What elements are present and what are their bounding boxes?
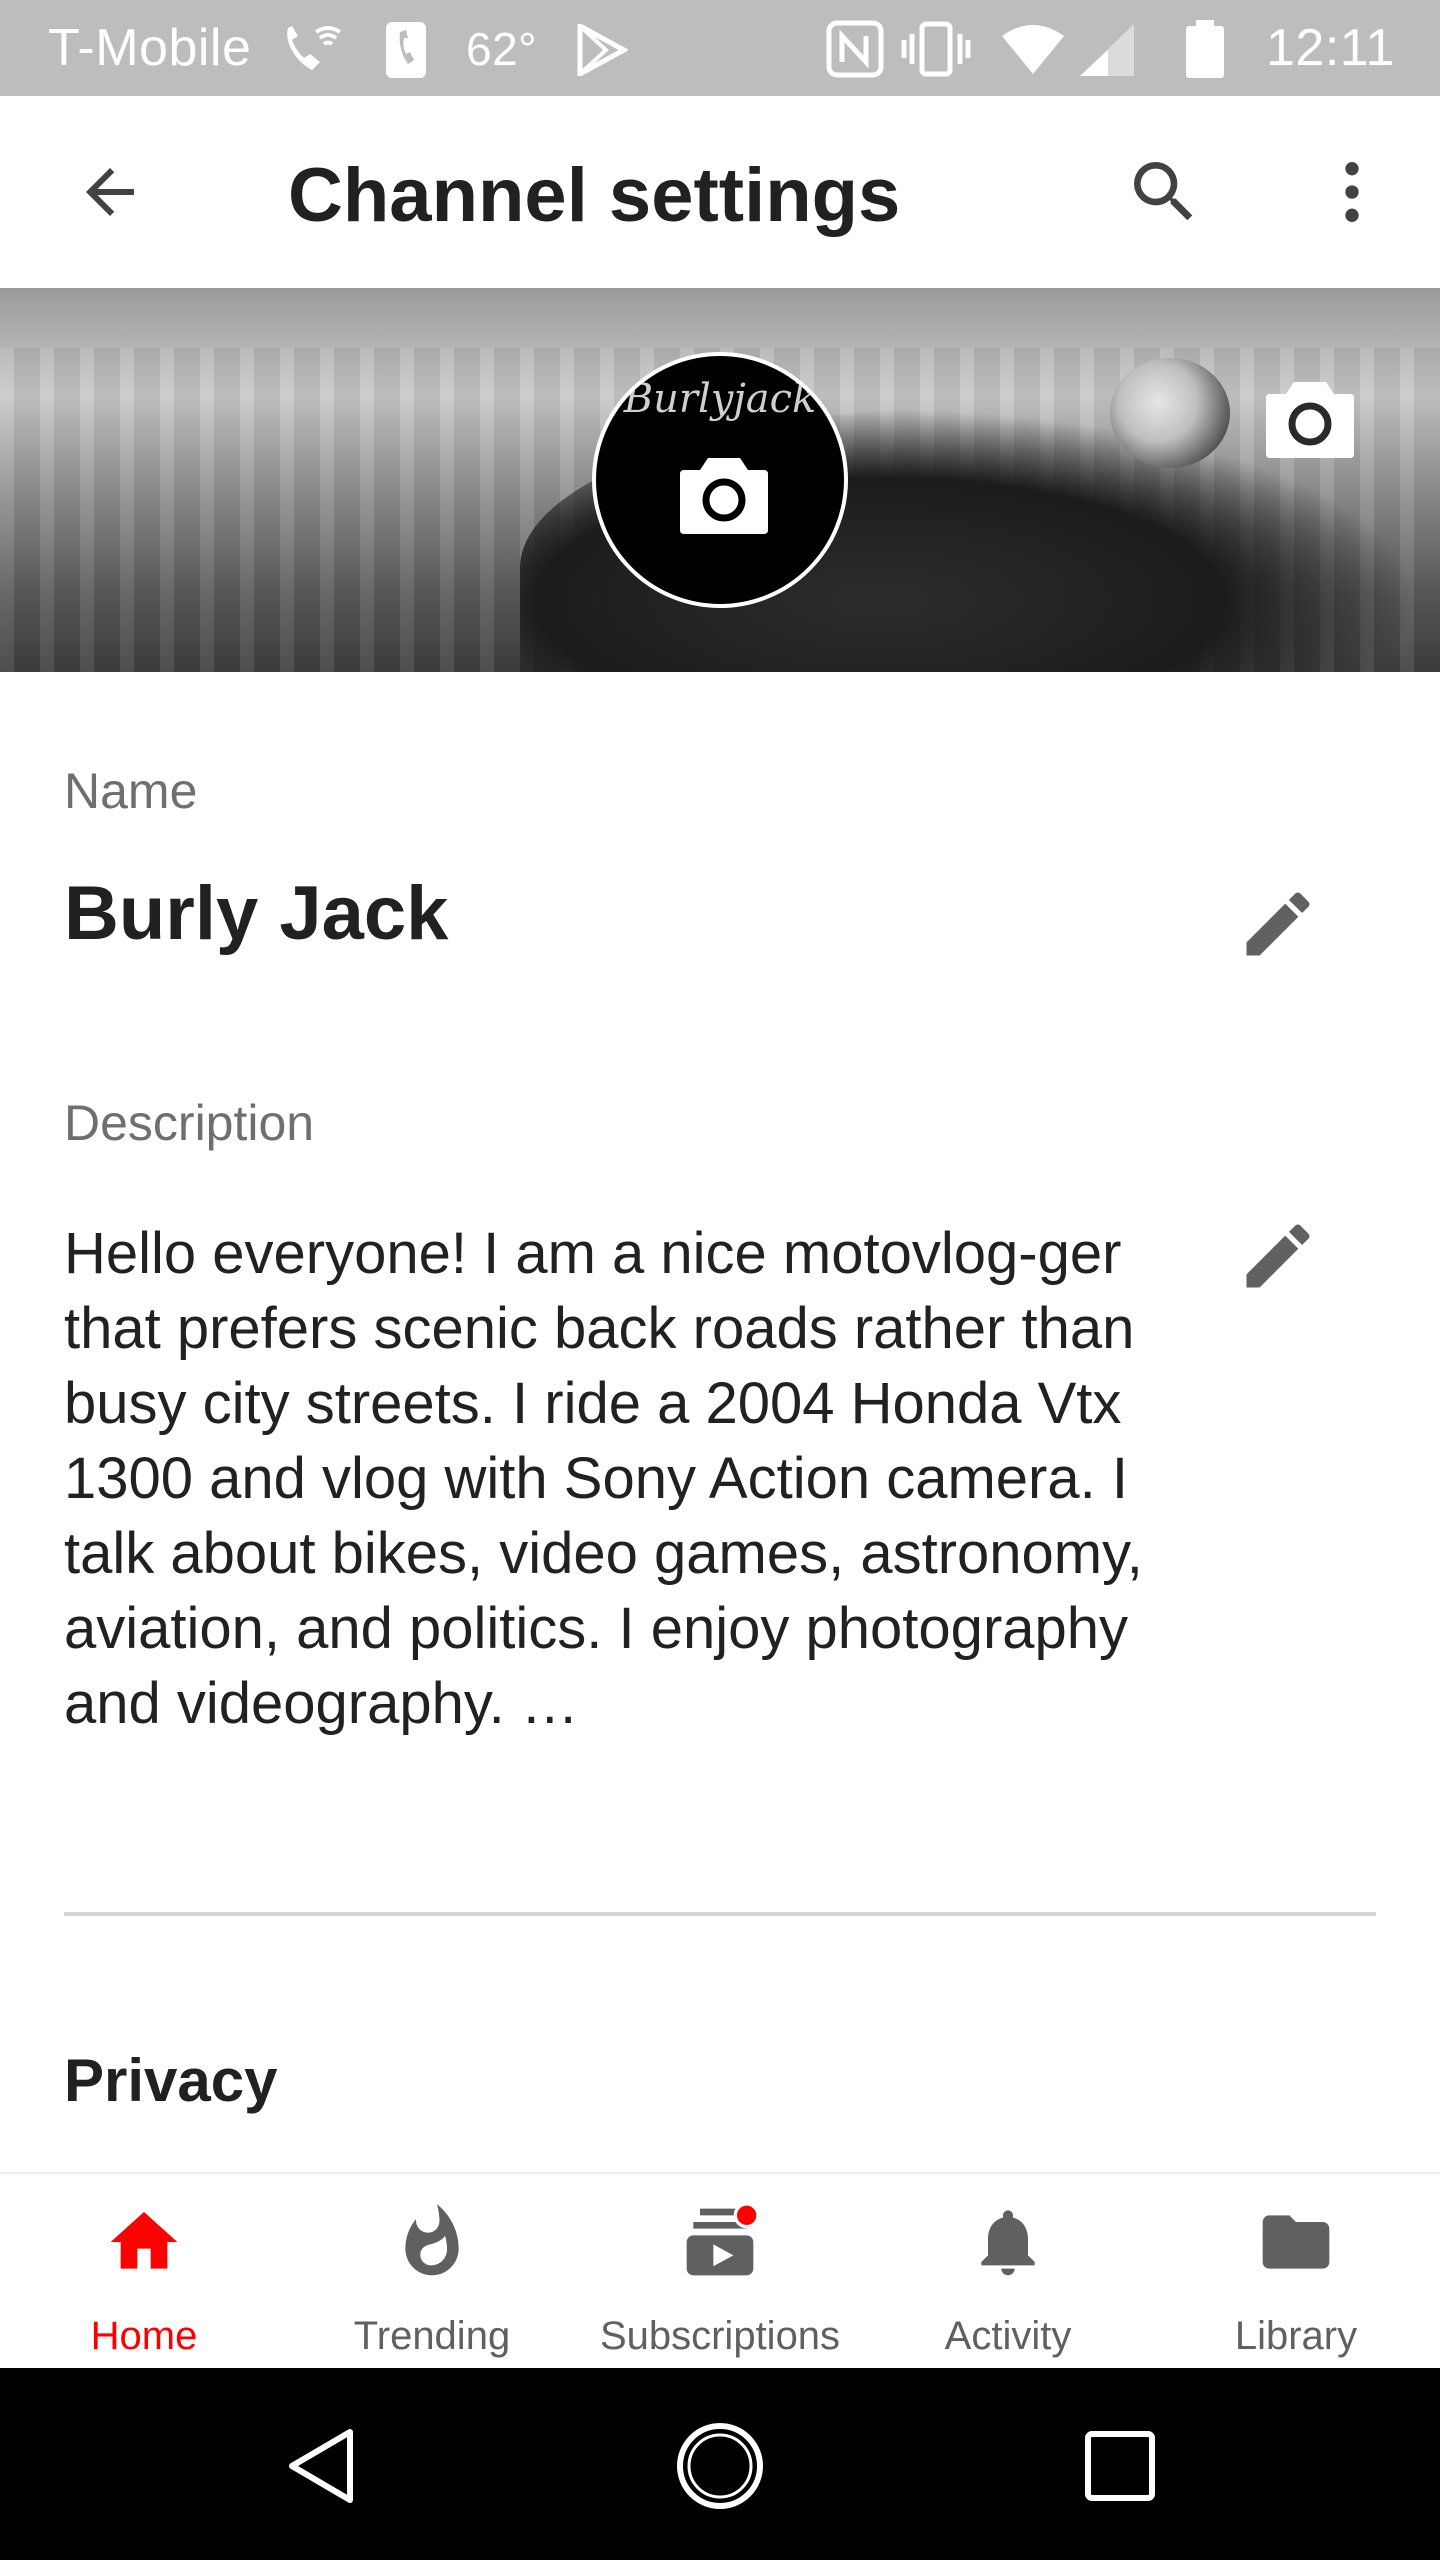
nav-item-subscriptions[interactable]: Subscriptions — [576, 2174, 864, 2370]
battery-icon — [1186, 20, 1224, 78]
channel-name: Burly Jack — [64, 871, 449, 956]
app-bar: Channel settings — [0, 96, 1440, 288]
folder-icon — [1262, 2215, 1330, 2269]
vibrate-icon — [901, 21, 971, 77]
nfc-icon — [826, 20, 884, 78]
edit-name-icon[interactable] — [1236, 882, 1320, 966]
system-navigation-bar — [0, 2368, 1440, 2560]
edit-description-icon[interactable] — [1236, 1214, 1320, 1298]
section-divider — [64, 1912, 1376, 1916]
system-recents-icon[interactable] — [1084, 2430, 1156, 2502]
nav-label-activity: Activity — [944, 2314, 1072, 2358]
carrier-label: T-Mobile — [48, 19, 252, 77]
bottom-navigation: Home Trending Subscriptions Activity Lib… — [0, 2172, 1440, 2368]
banner-headlamp-shape — [1110, 358, 1230, 468]
avatar-camera-icon[interactable] — [680, 454, 768, 534]
system-back-icon[interactable] — [286, 2428, 358, 2504]
nav-label-subscriptions: Subscriptions — [599, 2314, 841, 2358]
nav-item-library[interactable]: Library — [1152, 2174, 1440, 2370]
nav-item-home[interactable]: Home — [0, 2174, 288, 2370]
channel-avatar[interactable]: Burlyjack — [592, 352, 848, 608]
bell-icon — [981, 2210, 1035, 2276]
wifi-call-icon — [287, 26, 342, 70]
system-home-icon[interactable] — [674, 2420, 766, 2512]
subscriptions-icon — [686, 2202, 760, 2276]
arrow-back-icon[interactable] — [74, 156, 146, 228]
banner-camera-icon[interactable] — [1266, 378, 1354, 458]
avatar-logo-text: Burlyjack — [623, 376, 817, 422]
search-icon[interactable] — [1124, 152, 1204, 232]
nav-label-trending: Trending — [353, 2314, 511, 2358]
name-label: Name — [64, 763, 198, 819]
nav-label-library: Library — [1234, 2314, 1358, 2358]
temperature-label: 62° — [466, 23, 538, 75]
privacy-section-title: Privacy — [64, 2047, 278, 2114]
nav-item-activity[interactable]: Activity — [864, 2174, 1152, 2370]
clock-label: 12:11 — [1266, 19, 1395, 77]
status-bar: T-Mobile 62° 12:11 — [0, 0, 1440, 96]
nav-item-trending[interactable]: Trending — [288, 2174, 576, 2370]
signal-icon — [1080, 24, 1134, 76]
more-vert-icon[interactable] — [1312, 152, 1392, 232]
wifi-icon — [1002, 25, 1064, 74]
phone-icon — [386, 22, 426, 78]
play-store-icon — [577, 24, 628, 76]
description-label: Description — [64, 1095, 315, 1151]
channel-description: Hello everyone! I am a nice motovlog-ger… — [64, 1221, 1143, 1736]
home-icon — [110, 2212, 178, 2269]
flame-icon — [405, 2204, 459, 2276]
page-title: Channel settings — [288, 153, 901, 238]
nav-label-home: Home — [90, 2314, 198, 2358]
